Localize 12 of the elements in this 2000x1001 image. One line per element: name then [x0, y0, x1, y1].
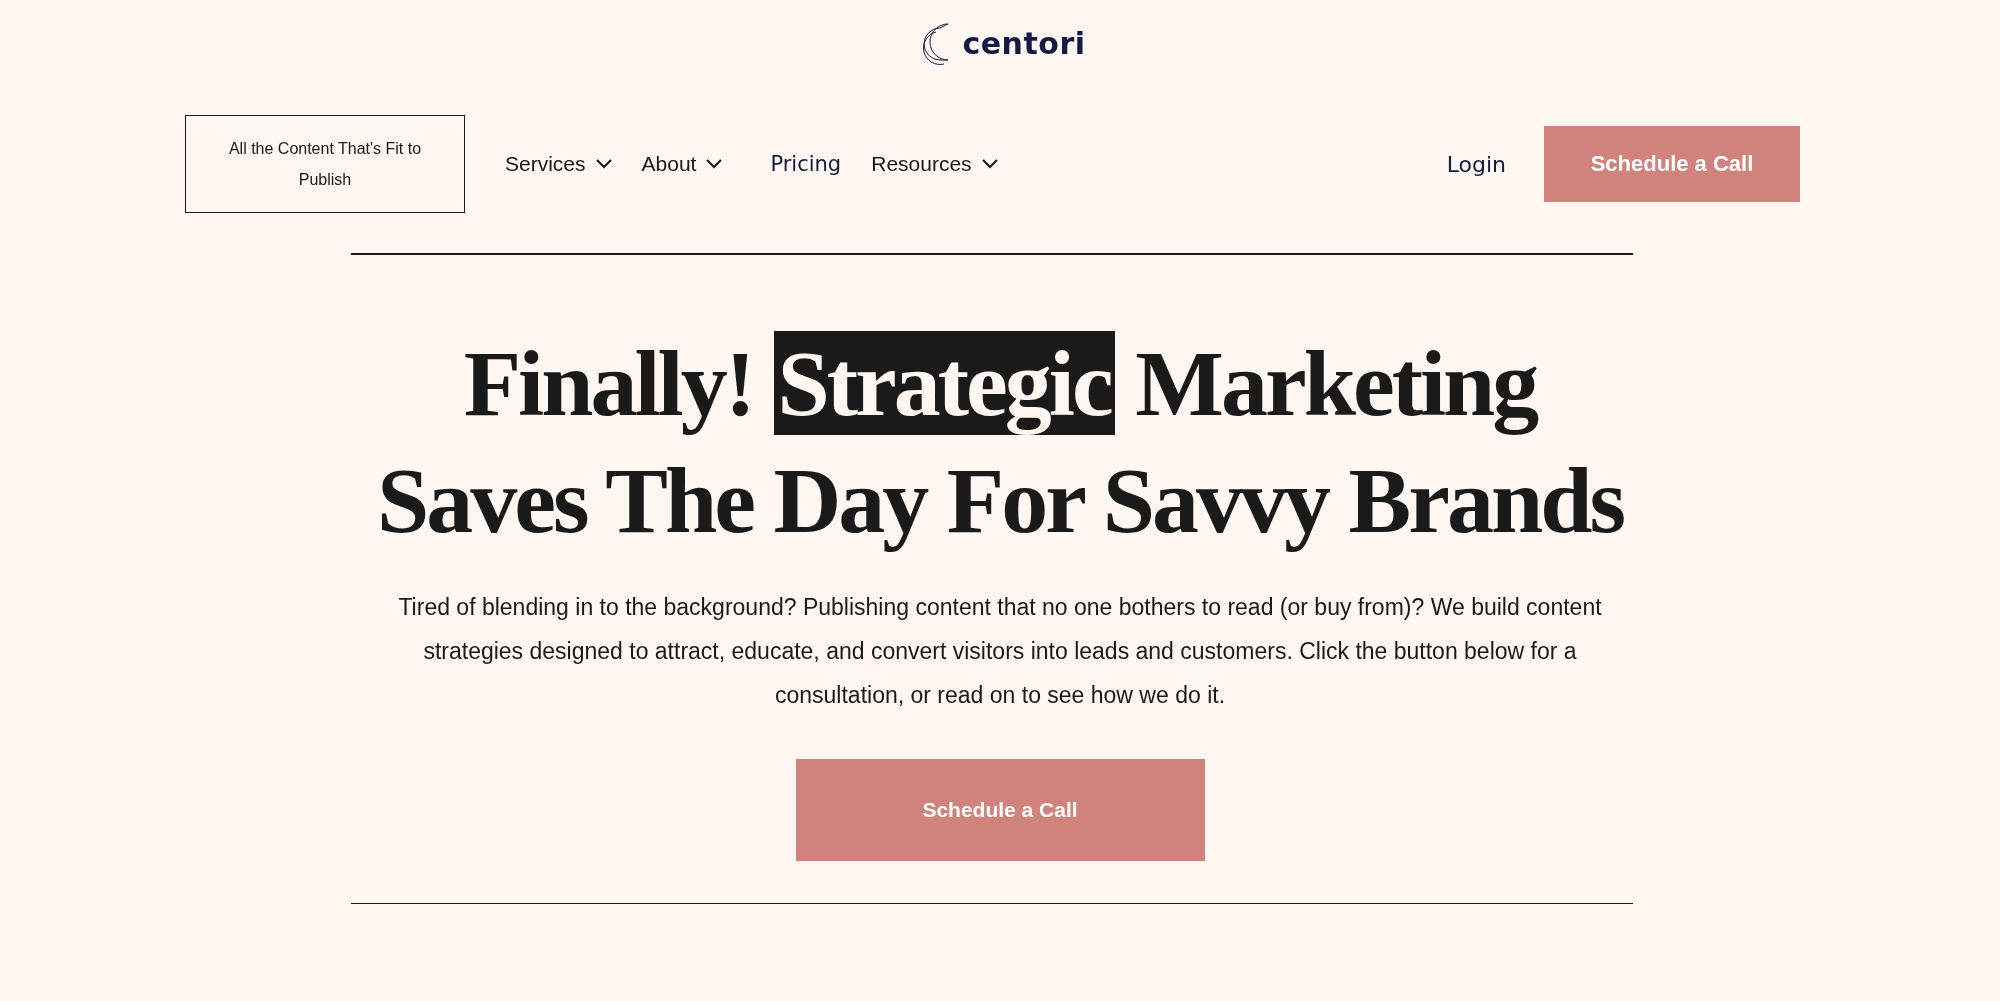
hero-description: Tired of blending in to the background? Publishing content that no one bothers to read (or buy from)? We build content strategies designed to attract, educate, and convert visitors into leads and customers. Click the button below for a consultation, or read on to see how we do it. — [397, 592, 1603, 710]
hero-headline: Finally! Strategic Marketing Saves The Day For Savvy Brands — [375, 329, 1625, 554]
chevron-down-icon — [706, 159, 723, 169]
tagline-box: All the Content That's Fit to Publish — [185, 115, 465, 213]
logo-wordmark[interactable]: centori — [962, 25, 1086, 61]
nav-menu-item[interactable]: About — [641, 152, 723, 176]
nav-menu-item[interactable]: Services — [505, 152, 612, 176]
nav-link[interactable]: Pricing — [770, 152, 842, 176]
nav-menu-item[interactable]: Resources — [871, 152, 998, 176]
chevron-down-icon — [595, 159, 612, 169]
chevron-down-icon — [981, 159, 998, 169]
login-link[interactable]: Login — [1446, 151, 1506, 177]
